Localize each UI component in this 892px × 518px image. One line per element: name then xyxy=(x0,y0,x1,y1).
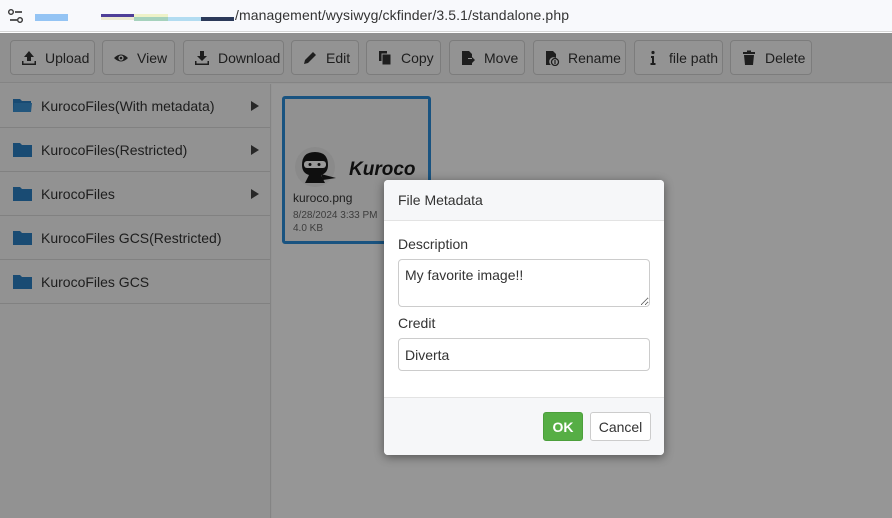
redacted-domain-block xyxy=(35,14,68,21)
credit-input[interactable] xyxy=(398,338,650,371)
ok-button[interactable]: OK xyxy=(543,412,583,441)
redacted-domain-block xyxy=(134,17,168,21)
cancel-button[interactable]: Cancel xyxy=(590,412,651,441)
address-bar[interactable]: /management/wysiwyg/ckfinder/3.5.1/stand… xyxy=(0,0,892,32)
file-metadata-dialog: File Metadata Description My favorite im… xyxy=(384,180,664,455)
redacted-domain-block xyxy=(168,17,201,21)
tune-settings-icon[interactable] xyxy=(7,8,25,24)
dialog-footer: OK Cancel xyxy=(384,397,664,455)
dialog-body: Description My favorite image!! Credit xyxy=(384,236,664,371)
redacted-domain-block xyxy=(201,17,234,21)
credit-label: Credit xyxy=(398,315,436,331)
screen: /management/wysiwyg/ckfinder/3.5.1/stand… xyxy=(0,0,892,518)
redacted-domain-block xyxy=(101,17,134,20)
dialog-title: File Metadata xyxy=(384,180,664,221)
url-path[interactable]: /management/wysiwyg/ckfinder/3.5.1/stand… xyxy=(235,7,569,23)
description-textarea[interactable]: My favorite image!! xyxy=(398,259,650,307)
description-label: Description xyxy=(398,236,469,252)
